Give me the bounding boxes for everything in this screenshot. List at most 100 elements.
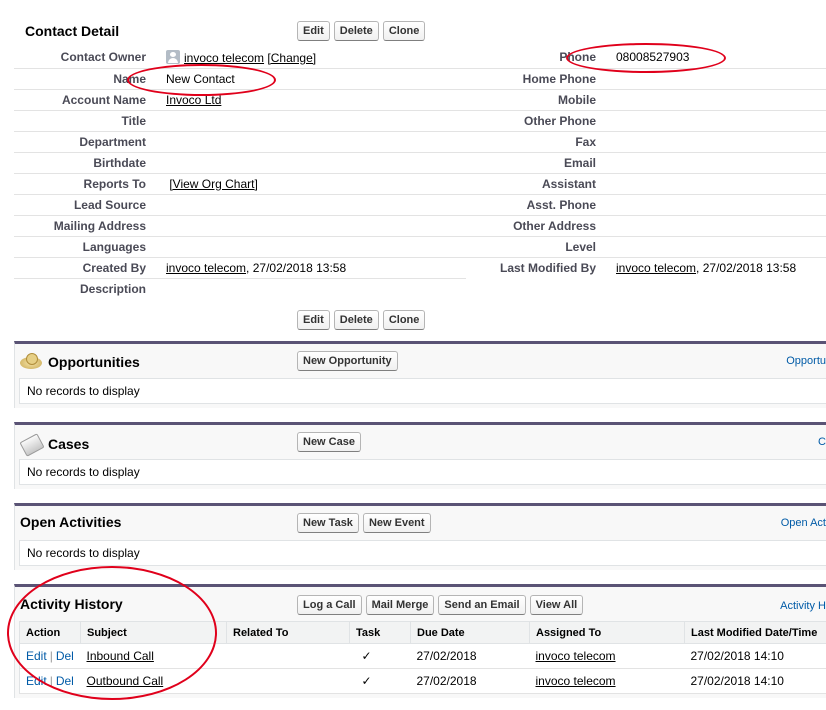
cases-title: Cases [48,436,90,452]
opportunities-help-link[interactable]: Opportu [786,355,826,367]
created-by-link[interactable]: invoco telecom [166,261,246,275]
task-check-icon: ✓ [349,668,411,694]
column-header-task[interactable]: Task [349,621,411,644]
open-activities-related-list: Open Activities New Task New Event Open … [14,503,826,570]
view-org-chart-link[interactable]: [View Org Chart] [169,177,257,191]
title-label: Title [14,110,166,132]
description-label: Description [79,281,146,296]
task-check-icon: ✓ [349,643,411,669]
assistant-label: Assistant [466,173,616,195]
edit-link[interactable]: Edit [26,674,47,688]
edit-button[interactable]: Edit [297,21,330,41]
birthdate-label: Birthdate [14,152,166,174]
column-header-subject[interactable]: Subject [80,621,227,644]
activity-history-help-link[interactable]: Activity H [780,600,826,612]
phone-value: 08008527903 [616,47,826,69]
edit-link[interactable]: Edit [26,649,47,663]
column-header-assigned-to[interactable]: Assigned To [529,621,685,644]
column-header-related-to[interactable]: Related To [226,621,350,644]
clone-button[interactable]: Clone [382,21,426,41]
email-value [616,152,826,174]
other-phone-label: Other Phone [466,110,616,132]
lead-source-value [166,194,466,216]
title-value [166,110,466,132]
log-a-call-button[interactable]: Log a Call [297,595,362,615]
cases-empty-message: No records to display [19,459,826,485]
user-icon [166,49,180,64]
other-phone-value [616,110,826,132]
fax-value [616,131,826,153]
assigned-to-cell: invoco telecom [529,643,685,669]
assistant-value [616,173,826,195]
edit-button-bottom[interactable]: Edit [297,310,330,330]
open-activities-title: Open Activities [20,514,122,530]
new-event-button[interactable]: New Event [362,513,431,533]
opportunities-title: Opportunities [48,354,140,370]
contact-owner-value: invoco telecom [Change] [166,47,466,69]
view-all-button[interactable]: View All [529,595,584,615]
contact-detail-table: Contact Owner invoco telecom [Change] Ph… [14,47,826,299]
column-header-action: Action [19,621,81,644]
del-link[interactable]: Del [56,649,74,663]
del-link[interactable]: Del [56,674,74,688]
department-value [166,131,466,153]
mobile-label: Mobile [466,89,616,111]
subject-link[interactable]: Outbound Call [87,674,164,688]
change-owner-link[interactable]: [Change] [267,51,316,65]
languages-value [166,236,466,258]
other-address-label: Other Address [466,215,616,237]
last-modified-by-link[interactable]: invoco telecom [616,261,696,275]
clone-button-bottom[interactable]: Clone [382,310,426,330]
new-task-button[interactable]: New Task [297,513,359,533]
related-to-cell [226,668,350,694]
assigned-to-link[interactable]: invoco telecom [536,674,616,688]
account-name-link[interactable]: Invoco Ltd [166,93,221,107]
description-value [166,278,466,299]
send-an-email-button[interactable]: Send an Email [438,595,526,615]
reports-to-label: Reports To [14,173,166,195]
row-actions: Edit | Del [19,643,81,669]
last-modified-by-label: Last Modified By [499,260,596,275]
opportunities-empty-message: No records to display [19,378,826,404]
level-label: Level [466,236,616,258]
row-actions: Edit | Del [19,668,81,694]
assigned-to-link[interactable]: invoco telecom [536,649,616,663]
opportunities-icon [20,353,42,371]
new-opportunity-button[interactable]: New Opportunity [297,351,398,371]
contact-owner-link[interactable]: invoco telecom [184,51,264,65]
created-by-label: Created By [14,257,166,279]
account-name-label: Account Name [14,89,166,111]
asst-phone-label: Asst. Phone [466,194,616,216]
name-label: Name [14,68,166,90]
created-by-value: invoco telecom, 27/02/2018 13:58 [166,257,466,279]
mailing-address-value [166,215,466,237]
other-address-value [616,215,826,237]
lead-source-label: Lead Source [14,194,166,216]
new-case-button[interactable]: New Case [297,432,361,452]
department-label: Department [14,131,166,153]
subject-link[interactable]: Inbound Call [87,649,154,663]
last-modified-cell: 27/02/2018 14:10 [684,643,826,669]
level-value [616,236,826,258]
last-modified-cell: 27/02/2018 14:10 [684,668,826,694]
opportunities-related-list: Opportunities New Opportunity Opportu No… [14,341,826,408]
activity-history-title: Activity History [20,596,123,612]
open-activities-help-link[interactable]: Open Act [781,517,826,529]
asst-phone-value [616,194,826,216]
open-activities-empty-message: No records to display [19,540,826,566]
account-name-value: Invoco Ltd [166,89,466,111]
table-row: Edit | Del Inbound Call ✓ 27/02/2018 invoc… [19,643,826,669]
mobile-value [616,89,826,111]
detail-top-buttons: Edit Delete Clone [297,21,426,41]
home-phone-label: Home Phone [466,68,616,90]
due-date-cell: 27/02/2018 [410,643,530,669]
delete-button[interactable]: Delete [333,21,379,41]
column-header-last-modified[interactable]: Last Modified Date/Time [684,621,826,644]
mailing-address-label: Mailing Address [14,215,166,237]
created-by-date: , 27/02/2018 13:58 [246,260,347,275]
languages-label: Languages [14,236,166,258]
column-header-due-date[interactable]: Due Date [410,621,530,644]
delete-button-bottom[interactable]: Delete [333,310,379,330]
mail-merge-button[interactable]: Mail Merge [365,595,435,615]
cases-help-link[interactable]: C [818,436,826,448]
